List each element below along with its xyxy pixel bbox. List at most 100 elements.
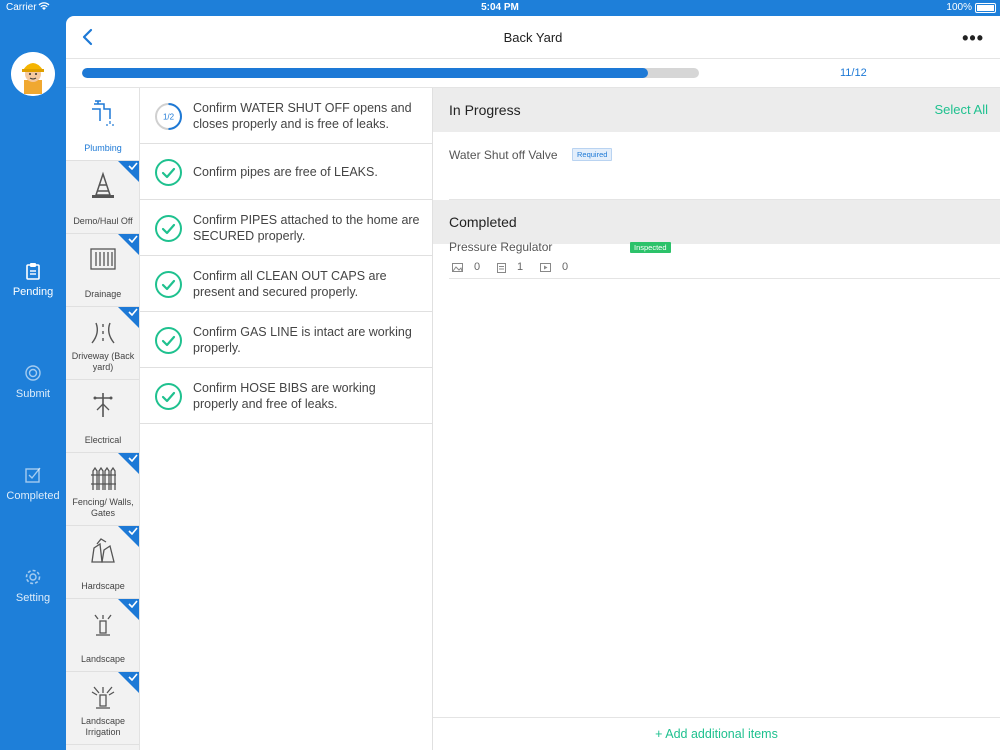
category-label: Driveway (Back yard) (71, 351, 135, 372)
sprinkler-spray-icon (91, 686, 115, 709)
category-label: Demo/Haul Off (73, 216, 133, 226)
checklist-item-text: Confirm PIPES attached to the home are S… (193, 212, 420, 243)
nav-setting[interactable]: Setting (0, 568, 66, 604)
note-count: 1 (497, 261, 537, 275)
required-badge: Required (572, 148, 613, 161)
note-count-value: 1 (517, 261, 524, 273)
in-progress-header: In Progress Select All (433, 88, 1000, 132)
sprinkler-icon (94, 614, 112, 636)
category-fencing-walls-gates[interactable]: Fencing/ Walls, Gates (66, 453, 139, 526)
road-icon (91, 322, 115, 344)
checklist-item-text: Confirm all CLEAN OUT CAPS are present a… (193, 268, 387, 299)
category-drainage[interactable]: Drainage (66, 234, 139, 307)
category-landscape-irrigation[interactable]: Landscape Irrigation (66, 672, 139, 745)
progress-bar (82, 68, 699, 78)
partial-fraction: 1/2 (163, 113, 175, 122)
checklist-item[interactable]: 1/2 Confirm WATER SHUT OFF opens and clos… (140, 88, 432, 144)
check-icon (128, 527, 138, 535)
checklist-item[interactable]: Confirm all CLEAN OUT CAPS are present a… (140, 256, 432, 312)
checkbox-icon (25, 467, 41, 483)
item-detail-pane: In Progress Select All Water Shut off Va… (433, 88, 1000, 750)
nav-setting-label: Setting (15, 592, 51, 604)
video-icon (540, 263, 551, 272)
more-options-button[interactable]: ••• (962, 28, 984, 49)
page-title: Back Yard (503, 30, 563, 45)
completed-item-name[interactable]: Pressure Regulator (449, 240, 552, 254)
photo-count-value: 0 (474, 261, 481, 273)
category-landscape[interactable]: Landscape (66, 599, 139, 672)
main-panel: Back Yard ••• 11/12 Plumbing Demo/Haul Of… (66, 16, 1000, 750)
battery-percent: 100% (946, 2, 972, 13)
avatar[interactable] (11, 52, 55, 96)
progress-row: 11/12 (66, 59, 1000, 88)
progress-fill (82, 68, 648, 78)
faucet-icon (92, 100, 114, 126)
category-label: Electrical (84, 435, 122, 445)
checklist-item-text: Confirm HOSE BIBS are working properly a… (193, 380, 376, 411)
photo-count: 0 (452, 261, 492, 275)
stones-icon (91, 538, 115, 563)
gear-icon (25, 569, 41, 585)
fence-icon (91, 466, 116, 490)
clock: 5:04 PM (481, 2, 519, 13)
category-driveway-back-yard[interactable]: Driveway (Back yard) (66, 307, 139, 380)
in-progress-item-name[interactable]: Water Shut off Valve (449, 148, 558, 162)
checklist-item-text: Confirm WATER SHUT OFF opens and closes … (193, 100, 412, 131)
photo-icon (452, 263, 463, 272)
completed-header: Completed (433, 200, 1000, 244)
status-bar: Carrier 5:04 PM 100% (0, 0, 1000, 16)
battery-icon (975, 3, 996, 13)
check-circle-icon (155, 159, 182, 186)
category-label: Hardscape (81, 581, 125, 591)
check-circle-icon (155, 215, 182, 242)
header: Back Yard ••• (66, 16, 1000, 59)
category-list: Plumbing Demo/Haul Off Drainage Driveway (B… (66, 88, 140, 750)
nav-rail: Pending Submit Completed Setting (0, 16, 66, 750)
check-icon (128, 308, 138, 316)
target-icon (25, 365, 41, 381)
nav-submit-label: Submit (15, 388, 51, 400)
check-icon (128, 454, 138, 462)
category-label: Fencing/ Walls, Gates (72, 497, 134, 518)
checklist-item-text: Confirm pipes are free of LEAKS. (193, 164, 378, 179)
check-circle-icon (155, 383, 182, 410)
nav-pending[interactable]: Pending (0, 262, 66, 298)
check-icon (128, 673, 138, 681)
category-hardscape[interactable]: Hardscape (66, 526, 139, 599)
video-count: 0 (540, 261, 580, 275)
progress-count: 11/12 (840, 67, 867, 79)
check-icon (128, 162, 138, 170)
check-circle-icon (155, 271, 182, 298)
category-electrical[interactable]: Electrical (66, 380, 139, 453)
category-plumbing[interactable]: Plumbing (66, 88, 139, 161)
divider (449, 278, 1000, 279)
check-icon (128, 600, 138, 608)
checklist-item[interactable]: Confirm GAS LINE is intact are working p… (140, 312, 432, 368)
category-demo-haul-off[interactable]: Demo/Haul Off (66, 161, 139, 234)
category-label: Plumbing (84, 143, 122, 153)
drain-grate-icon (90, 248, 116, 270)
checklist: 1/2 Confirm WATER SHUT OFF opens and clos… (140, 88, 433, 750)
category-label: Landscape (80, 654, 126, 664)
note-icon (497, 263, 506, 273)
check-icon (128, 235, 138, 243)
category-label: Drainage (84, 289, 122, 299)
completed-title: Completed (449, 214, 517, 230)
checklist-item[interactable]: Confirm pipes are free of LEAKS. (140, 144, 432, 200)
category-label: Landscape Irrigation (80, 716, 126, 737)
nav-completed[interactable]: Completed (0, 466, 66, 502)
clipboard-icon (26, 263, 40, 280)
nav-pending-label: Pending (12, 286, 54, 298)
partial-progress-icon: 1/2 (155, 103, 182, 130)
nav-submit[interactable]: Submit (0, 364, 66, 400)
check-circle-icon (155, 327, 182, 354)
inspected-badge: Inspected (630, 242, 671, 253)
nav-completed-label: Completed (6, 490, 60, 502)
checklist-item[interactable]: Confirm PIPES attached to the home are S… (140, 200, 432, 256)
checklist-item[interactable]: Confirm HOSE BIBS are working properly a… (140, 368, 432, 424)
worker-avatar-icon (11, 52, 55, 96)
video-count-value: 0 (562, 261, 569, 273)
add-additional-items-button[interactable]: + Add additional items (433, 717, 1000, 750)
select-all-button[interactable]: Select All (935, 102, 988, 117)
in-progress-title: In Progress (449, 102, 521, 118)
